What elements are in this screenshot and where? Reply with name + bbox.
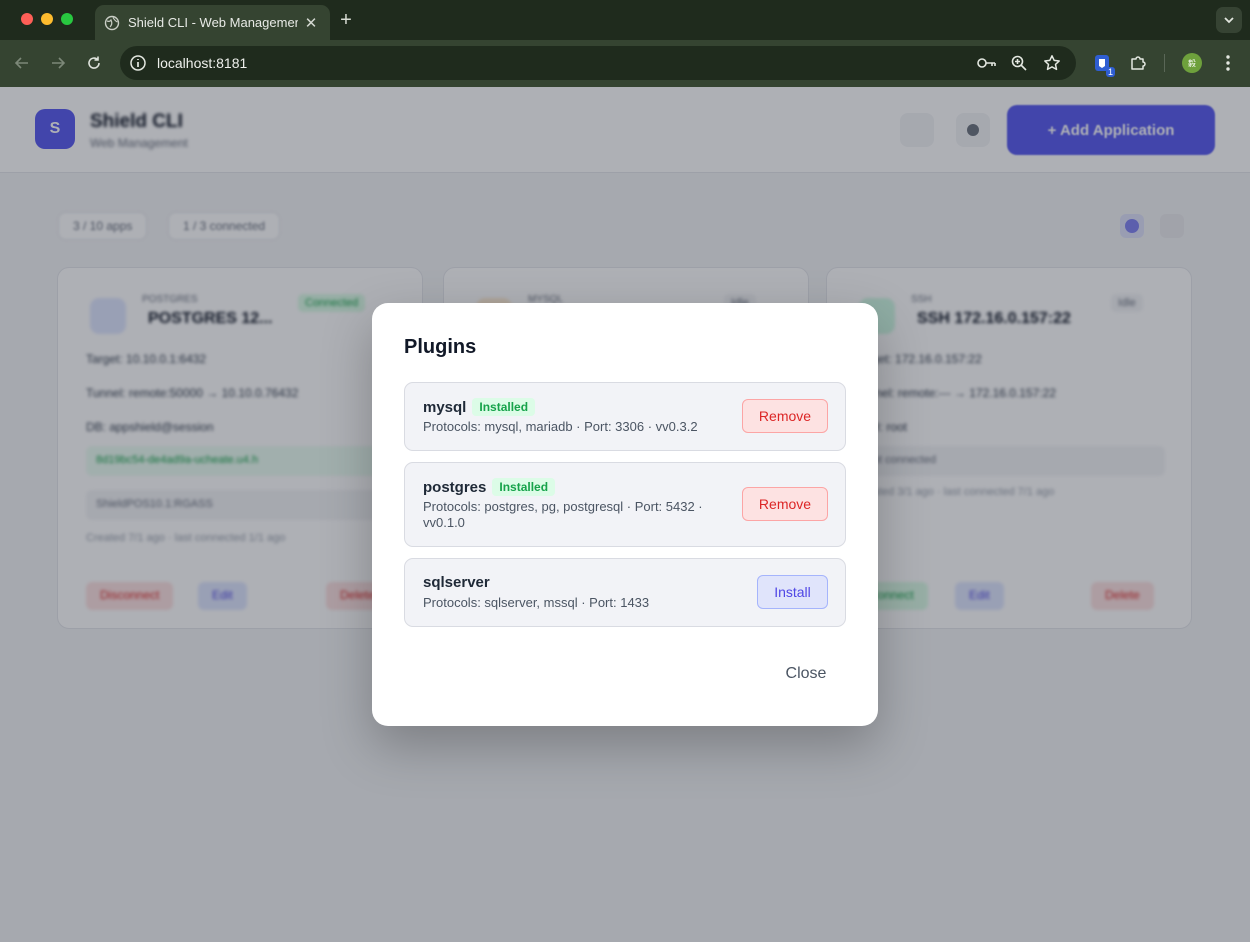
chevron-down-icon [1224,17,1234,24]
toolbar-divider [1164,54,1165,72]
plugin-name: postgres [423,478,487,496]
plugin-description: Protocols: postgres, pg, postgresql · Po… [423,499,703,514]
plugin-version: vv0.1.0 [423,515,465,530]
extensions-puzzle-icon[interactable] [1127,52,1149,74]
url-text[interactable]: localhost:8181 [157,55,247,71]
plugin-description: Protocols: sqlserver, mssql · Port: 1433 [423,595,650,610]
arrow-right-icon [52,57,66,69]
plugin-name: mysql [423,398,467,416]
plugin-item-mysql: mysql Installed Protocols: mysql, mariad… [404,382,846,451]
reload-icon [88,56,100,69]
address-bar[interactable] [120,46,1076,80]
site-info-icon[interactable] [129,54,147,72]
zoom-icon[interactable] [1008,52,1030,74]
reload-button[interactable] [81,51,107,75]
tab-close-icon[interactable]: ✕ [302,14,320,32]
plugin-description: Protocols: mysql, mariadb · Port: 3306 ·… [423,419,698,434]
remove-postgres-button[interactable]: Remove [742,487,828,521]
arrow-left-icon [14,57,28,69]
install-sqlserver-button[interactable]: Install [757,575,828,609]
close-button[interactable]: Close [776,662,836,686]
plugin-header: mysql Installed [423,398,536,416]
browser-menu-icon[interactable] [1219,52,1237,74]
plugin-item-postgres: postgres Installed Protocols: postgres, … [404,462,846,547]
minimize-window-button[interactable] [41,13,53,25]
plugins-modal: Plugins mysql Installed Protocols: mysql… [372,303,878,726]
plugin-name: sqlserver [423,574,490,591]
installed-badge: Installed [472,398,536,416]
bookmark-star-icon[interactable] [1041,52,1063,74]
plugin-header: sqlserver [423,574,490,591]
password-key-icon[interactable] [976,52,998,74]
profile-avatar[interactable]: 毅 [1182,53,1202,73]
close-window-button[interactable] [21,13,33,25]
zoom-window-button[interactable] [61,13,73,25]
plugin-item-sqlserver: sqlserver Protocols: sqlserver, mssql · … [404,558,846,627]
forward-button[interactable] [45,51,71,75]
extension-shield-icon[interactable]: 1 [1091,52,1115,77]
plugin-header: postgres Installed [423,478,556,496]
globe-icon [104,15,120,30]
browser-tab[interactable]: Shield CLI - Web Management ✕ [95,5,330,40]
tab-title: Shield CLI - Web Management [128,15,298,30]
back-button[interactable] [9,51,35,75]
modal-title: Plugins [404,336,477,358]
installed-badge: Installed [492,478,556,496]
remove-mysql-button[interactable]: Remove [742,399,828,433]
extension-badge: 1 [1105,67,1115,77]
tab-search-button[interactable] [1216,7,1242,33]
new-tab-button[interactable]: + [337,9,355,31]
